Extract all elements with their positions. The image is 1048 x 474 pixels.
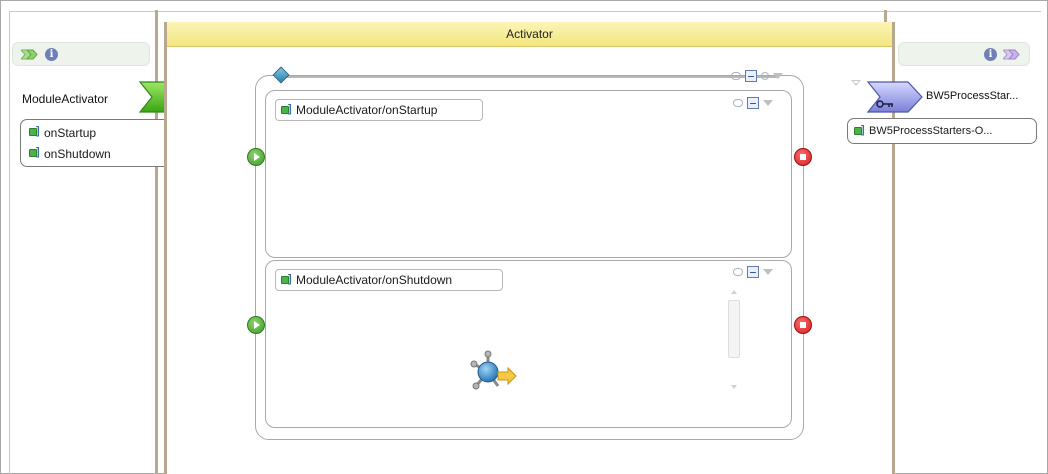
references-port-bar[interactable]: i: [898, 42, 1030, 66]
collapse-icon[interactable]: [747, 97, 759, 109]
operation-icon: ]: [29, 147, 40, 159]
scope-menu-icon[interactable]: [763, 269, 773, 275]
scope-menu-icon[interactable]: [763, 100, 773, 106]
scope-controls: [733, 266, 773, 278]
scope-title-label: ModuleActivator/onShutdown: [296, 273, 453, 287]
bw5-process-starters-label[interactable]: BW5ProcessStar...: [926, 90, 1018, 102]
link-icon[interactable]: [733, 99, 743, 107]
link-icon[interactable]: [761, 72, 769, 80]
start-event-icon[interactable]: [247, 148, 265, 166]
scope-controls: [731, 70, 783, 82]
operation-label: BW5ProcessStarters-O...: [869, 125, 993, 137]
operation-icon: ]: [29, 126, 40, 138]
operation-item[interactable]: ] BW5ProcessStarters-O...: [854, 122, 1030, 140]
scope-title-label: ModuleActivator/onStartup: [296, 103, 438, 117]
operation-label: onShutdown: [44, 146, 111, 161]
service-arrow-icon[interactable]: [21, 49, 39, 60]
operation-icon: ]: [854, 124, 865, 137]
scroll-down-icon[interactable]: [731, 385, 737, 389]
info-icon[interactable]: i: [984, 47, 997, 61]
scope-scrollbar[interactable]: [727, 290, 741, 390]
scope-controls: [733, 97, 773, 109]
collapse-icon[interactable]: [747, 266, 759, 278]
reference-operations-list: ] BW5ProcessStarters-O...: [847, 118, 1037, 144]
operation-icon: ]: [281, 103, 292, 116]
reference-dropdown-icon[interactable]: [851, 80, 861, 86]
end-event-icon[interactable]: [794, 316, 812, 334]
collapse-icon[interactable]: [745, 70, 757, 82]
reference-arrow-icon[interactable]: [1003, 49, 1021, 60]
scroll-track[interactable]: [728, 300, 740, 358]
info-icon[interactable]: i: [45, 47, 58, 61]
scope-connector-line: [283, 76, 778, 78]
reference-chevron-icon[interactable]: [866, 80, 924, 114]
scope-menu-icon[interactable]: [773, 73, 783, 79]
services-port-bar[interactable]: i: [12, 42, 150, 66]
link-icon[interactable]: [733, 268, 743, 276]
scroll-up-icon[interactable]: [731, 290, 737, 294]
activator-header[interactable]: Activator: [167, 22, 892, 47]
link-icon[interactable]: [731, 72, 741, 80]
module-activator-label[interactable]: ModuleActivator: [22, 92, 108, 106]
end-event-icon[interactable]: [794, 148, 812, 166]
scope-title-on-shutdown[interactable]: ] ModuleActivator/onShutdown: [275, 269, 503, 291]
scope-on-shutdown[interactable]: ] ModuleActivator/onShutdown: [265, 260, 792, 428]
operation-icon: ]: [281, 273, 292, 286]
start-event-icon[interactable]: [247, 316, 265, 334]
scope-on-startup[interactable]: ] ModuleActivator/onStartup: [265, 90, 792, 258]
operation-label: onStartup: [44, 125, 97, 140]
scope-title-on-startup[interactable]: ] ModuleActivator/onStartup: [275, 99, 483, 121]
activity-gear-icon[interactable]: [466, 350, 520, 394]
